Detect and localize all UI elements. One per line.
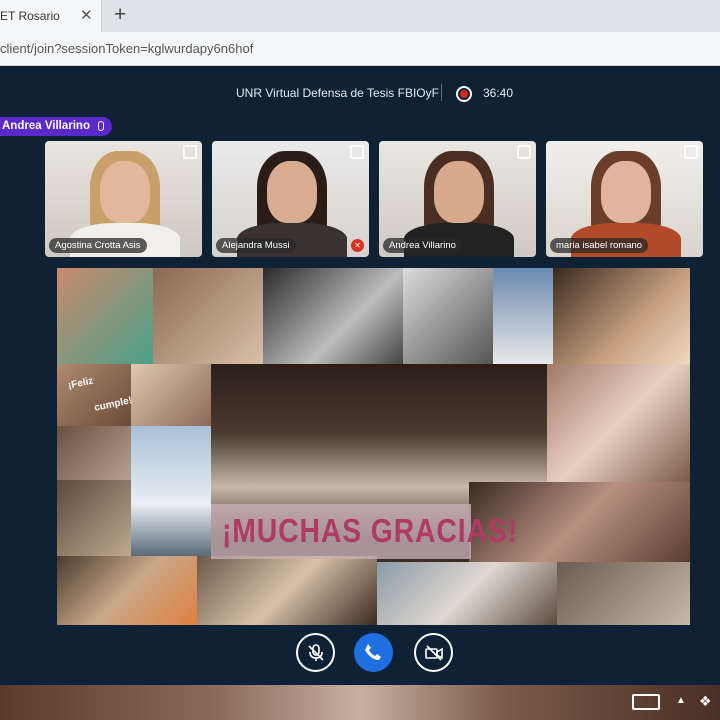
photo [57, 268, 153, 364]
mic-icon [97, 121, 104, 131]
photo [547, 364, 690, 482]
mute-button[interactable] [296, 633, 335, 672]
expand-icon[interactable] [517, 145, 531, 159]
photo [377, 562, 557, 625]
photo [493, 268, 553, 364]
tab-title: ET Rosario [0, 9, 60, 23]
participant-name: Alejandra Mussi [216, 238, 296, 253]
new-tab-icon[interactable]: + [114, 3, 126, 27]
photo [557, 562, 690, 625]
close-tab-icon[interactable]: ✕ [80, 6, 93, 24]
participant-name: Agostina Crotta Asis [49, 238, 147, 253]
header-divider [441, 84, 442, 101]
muted-mic-icon: ✕ [351, 239, 364, 252]
phone-icon [365, 644, 381, 660]
record-icon [456, 86, 472, 102]
photo [57, 556, 197, 625]
browser-tab[interactable]: ET Rosario ✕ [0, 0, 102, 32]
expand-icon[interactable] [684, 145, 698, 159]
active-speaker-badge: Andrea Villarino [0, 117, 112, 136]
chevron-up-icon[interactable]: ▲ [676, 695, 686, 706]
photo [197, 556, 377, 625]
expand-icon[interactable] [350, 145, 364, 159]
expand-icon[interactable] [183, 145, 197, 159]
photo [131, 364, 211, 426]
meeting-title: UNR Virtual Defensa de Tesis FBIOyF [236, 86, 439, 100]
thanks-banner-text: ¡MUCHAS GRACIAS! [222, 512, 518, 549]
participant-tile[interactable]: Alejandra Mussi ✕ [212, 141, 369, 257]
participant-name: maria isabel romano [550, 238, 649, 253]
hangup-button[interactable] [354, 633, 393, 672]
photo [57, 364, 131, 426]
shared-screen-collage [57, 268, 690, 625]
photo [57, 480, 131, 556]
meeting-timer: 36:40 [483, 86, 514, 100]
photo [403, 268, 493, 364]
photo [131, 426, 211, 556]
photo [153, 268, 263, 364]
photo [263, 268, 403, 364]
participant-tile[interactable]: Andrea Villarino [379, 141, 536, 257]
camera-button[interactable] [414, 633, 453, 672]
participant-tile[interactable]: Agostina Crotta Asis [45, 141, 202, 257]
participant-name: Andrea Villarino [383, 238, 462, 253]
mic-off-icon [308, 644, 324, 661]
photo [57, 426, 131, 480]
camera-off-icon [425, 645, 443, 661]
keyboard-icon[interactable] [632, 694, 660, 710]
browser-tab-bar: ET Rosario ✕ + [0, 0, 720, 32]
url-text[interactable]: client/join?sessionToken=kglwurdapy6n6ho… [0, 41, 253, 56]
dropbox-icon[interactable]: ❖ [699, 693, 712, 710]
active-speaker-name: Andrea Villarino [2, 120, 90, 132]
address-bar[interactable]: client/join?sessionToken=kglwurdapy6n6ho… [0, 32, 720, 66]
photo [553, 268, 690, 364]
meeting-view: UNR Virtual Defensa de Tesis FBIOyF 36:4… [0, 67, 720, 685]
participant-tile[interactable]: maria isabel romano [546, 141, 703, 257]
taskbar: ▲ ❖ [0, 685, 720, 720]
